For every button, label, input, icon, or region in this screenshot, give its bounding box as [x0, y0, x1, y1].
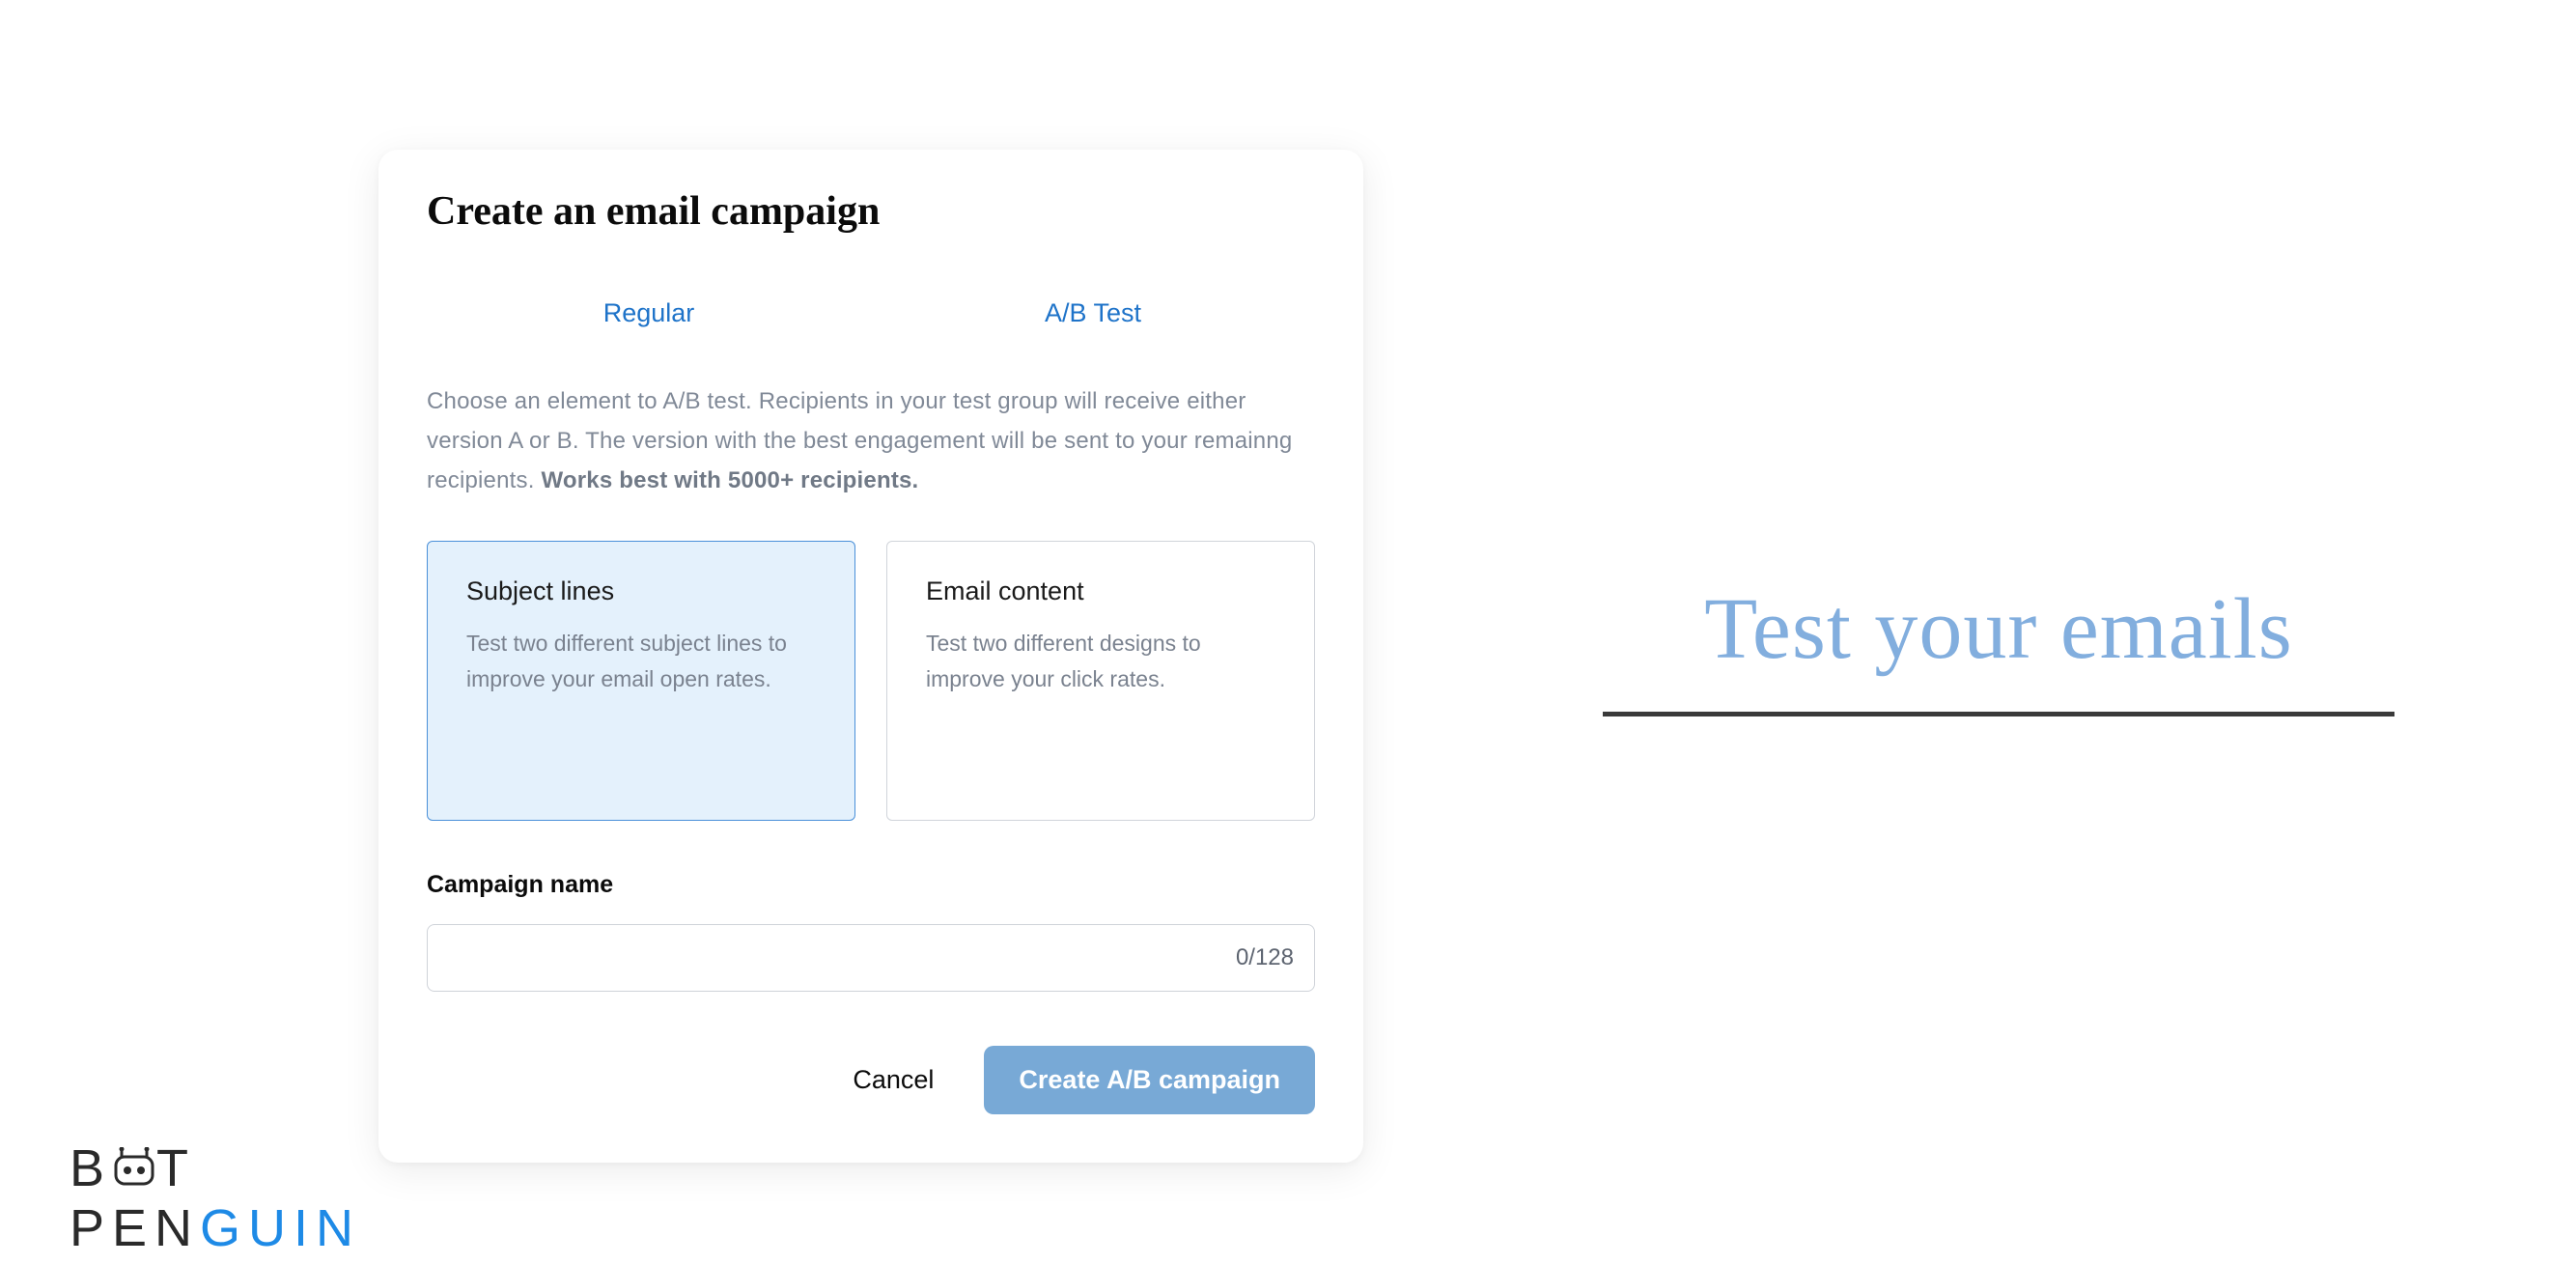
dialog-title: Create an email campaign	[427, 188, 1315, 235]
logo-t: T	[156, 1139, 196, 1197]
cancel-button[interactable]: Cancel	[847, 1053, 939, 1107]
logo-b: B	[70, 1139, 112, 1197]
ab-test-description: Choose an element to A/B test. Recipient…	[427, 382, 1315, 500]
logo-line-2: PENGUIN	[70, 1199, 361, 1257]
option-subject-title: Subject lines	[466, 576, 816, 606]
campaign-name-input-wrap: 0/128	[427, 924, 1315, 992]
hero-underline	[1603, 712, 2394, 716]
tab-regular[interactable]: Regular	[427, 293, 871, 334]
option-email-content[interactable]: Email content Test two different designs…	[886, 541, 1315, 821]
option-content-desc: Test two different designs to improve yo…	[926, 626, 1275, 697]
create-campaign-dialog: Create an email campaign Regular A/B Tes…	[378, 150, 1363, 1163]
description-bold: Works best with 5000+ recipients.	[541, 467, 918, 493]
char-counter: 0/128	[1236, 944, 1294, 971]
logo-line-1: BT	[70, 1139, 361, 1199]
ab-test-options: Subject lines Test two different subject…	[427, 541, 1315, 821]
create-ab-campaign-button[interactable]: Create A/B campaign	[984, 1046, 1315, 1114]
campaign-name-input[interactable]	[427, 924, 1315, 992]
option-subject-lines[interactable]: Subject lines Test two different subject…	[427, 541, 855, 821]
robot-icon	[112, 1141, 156, 1199]
option-content-title: Email content	[926, 576, 1275, 606]
option-subject-desc: Test two different subject lines to impr…	[466, 626, 816, 697]
campaign-type-tabs: Regular A/B Test	[427, 293, 1315, 334]
hero-heading: Test your emails	[1564, 579, 2433, 679]
logo-pen: PEN	[70, 1199, 200, 1257]
hero-heading-block: Test your emails	[1564, 579, 2433, 716]
botpenguin-logo: BT PENGUIN	[70, 1139, 361, 1258]
campaign-name-label: Campaign name	[427, 871, 1315, 899]
dialog-actions: Cancel Create A/B campaign	[427, 1046, 1315, 1114]
tab-ab-test[interactable]: A/B Test	[871, 293, 1315, 334]
logo-guin: GUIN	[200, 1199, 361, 1257]
